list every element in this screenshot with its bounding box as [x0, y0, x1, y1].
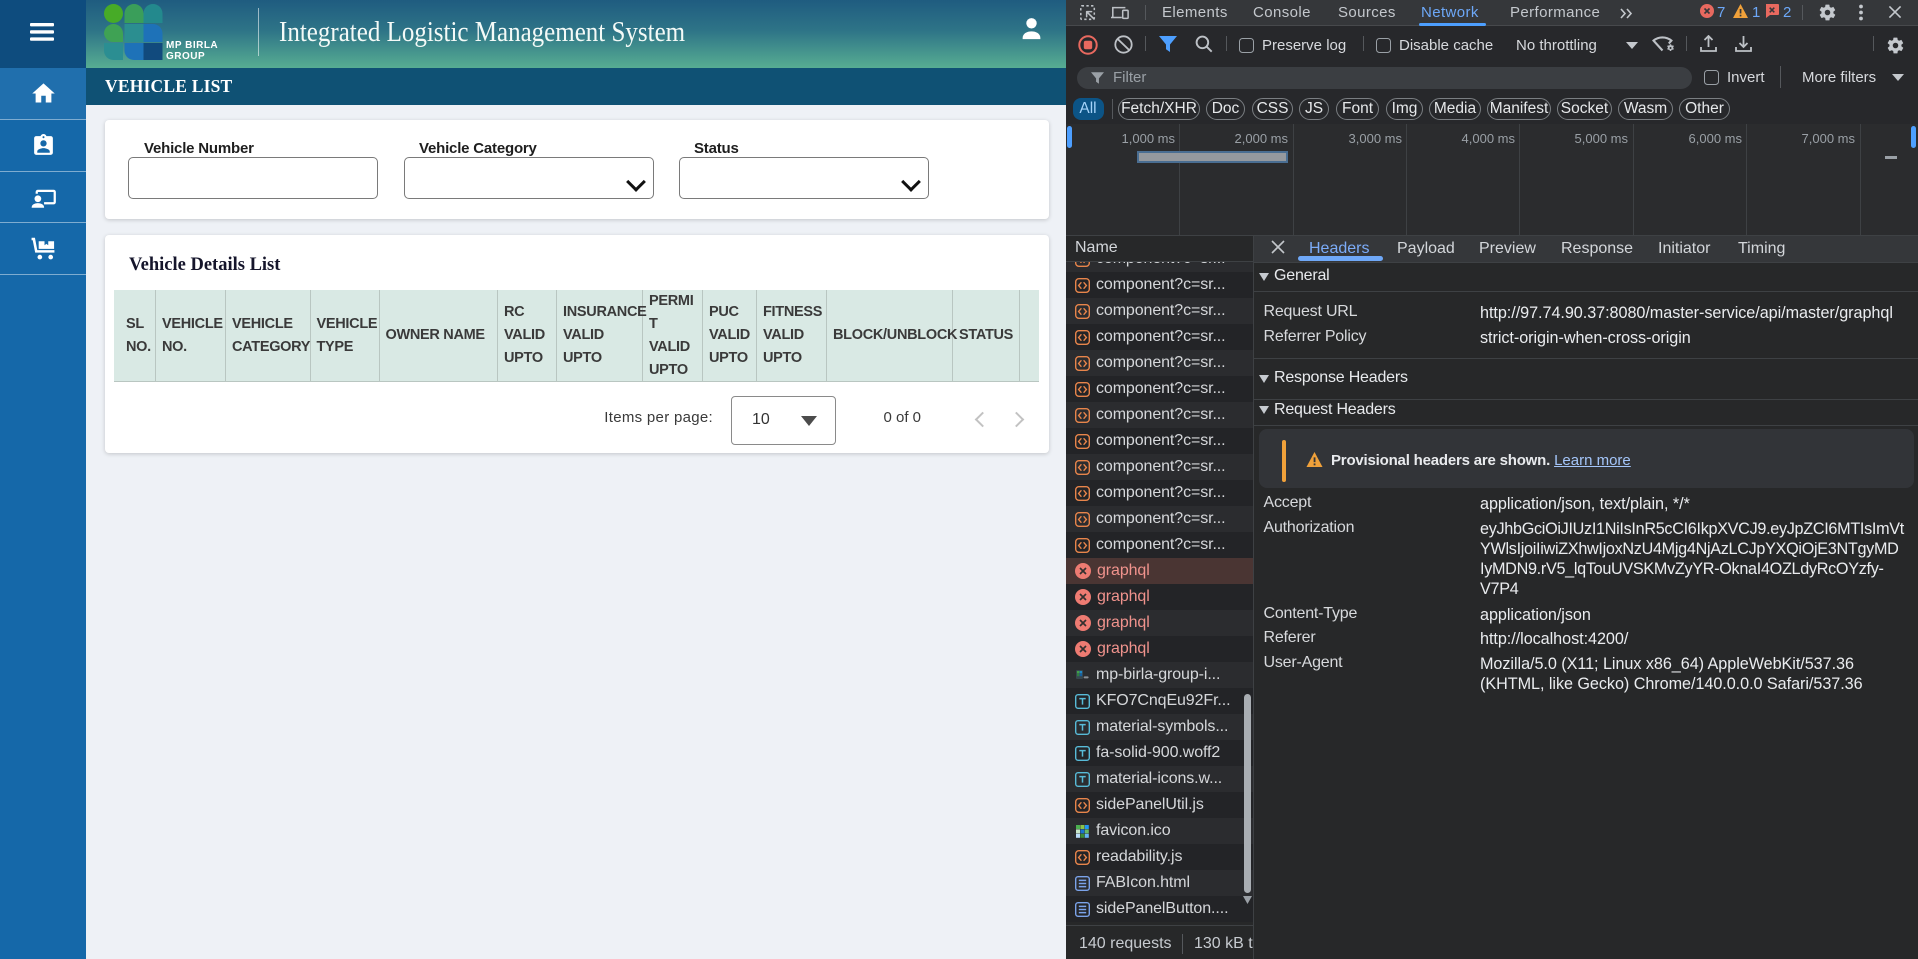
svg-text:GROUP: GROUP [166, 51, 205, 60]
svg-text:MP BIRLA: MP BIRLA [166, 40, 218, 51]
